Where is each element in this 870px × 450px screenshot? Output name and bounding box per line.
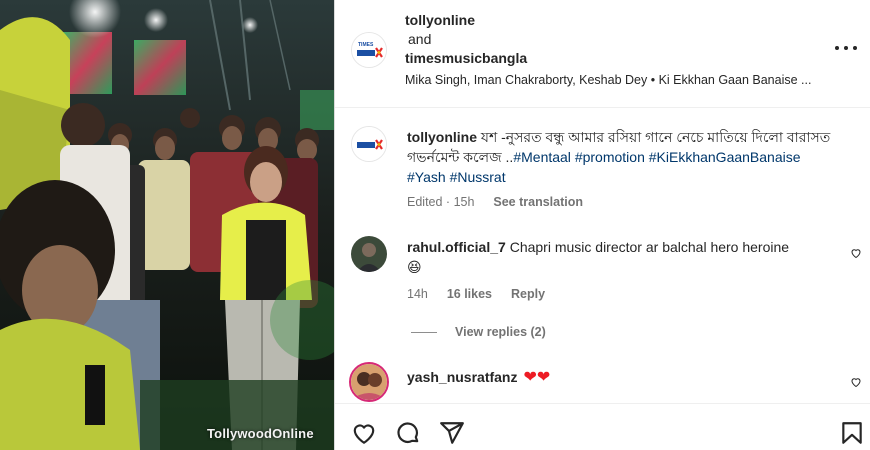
more-options-icon[interactable] <box>835 38 857 58</box>
comment-likes[interactable]: 16 likes <box>447 287 492 301</box>
comment-meta: 14h 16 likes Reply <box>407 287 545 301</box>
header-avatar[interactable]: TIMES <box>351 32 387 68</box>
post-caption: tollyonline যশ -নুসরত বন্ধু আমার রসিয়া … <box>407 127 837 187</box>
concert-photo <box>0 0 334 450</box>
comment-body: yash_nusratfanz ❤❤ <box>407 367 550 387</box>
reply-divider <box>411 331 437 333</box>
caption-meta: Edited · 15h See translation <box>407 195 584 209</box>
user-avatar-icon <box>351 364 387 400</box>
comment-avatar[interactable] <box>351 236 387 272</box>
hashtag[interactable]: #KiEkkhanGaanBanaise <box>649 149 801 165</box>
audio-attribution[interactable]: Mika Singh, Iman Chakraborty, Keshab Dey… <box>405 73 811 87</box>
see-translation-link[interactable]: See translation <box>493 195 583 209</box>
hashtag[interactable]: #promotion <box>575 149 645 165</box>
heart-emoji: ❤❤ <box>523 369 551 386</box>
caption-time[interactable]: 15h <box>454 195 475 209</box>
post-media[interactable]: TollywoodOnline <box>0 0 334 450</box>
comment-like-heart-icon[interactable] <box>850 376 862 388</box>
view-replies-button[interactable]: View replies (2) <box>411 325 546 339</box>
comment-icon[interactable] <box>395 420 421 446</box>
edited-label: Edited <box>407 195 443 209</box>
post-header: TIMES tollyonline and timesmusicbangla M… <box>335 0 870 108</box>
post-action-bar <box>335 403 870 450</box>
caption-avatar[interactable] <box>351 126 387 162</box>
header-username-1[interactable]: tollyonline <box>405 11 527 30</box>
comment-like-heart-icon[interactable] <box>850 247 862 259</box>
post-side-panel: TIMES tollyonline and timesmusicbangla M… <box>334 0 870 450</box>
comment-avatar-story-ring[interactable] <box>349 362 389 402</box>
bookmark-icon[interactable] <box>839 420 865 446</box>
svg-text:TIMES: TIMES <box>358 42 374 48</box>
share-icon[interactable] <box>439 420 465 446</box>
view-replies-label: View replies (2) <box>455 325 546 339</box>
comment-username[interactable]: yash_nusratfanz <box>407 369 517 385</box>
header-username-2[interactable]: timesmusicbangla <box>405 49 527 68</box>
hashtag[interactable]: #Nussrat <box>450 169 506 185</box>
hashtag[interactable]: #Yash <box>407 169 446 185</box>
comment-emoji: 😆 <box>407 259 422 275</box>
tollyonline-logo-icon <box>352 127 386 161</box>
hashtag[interactable]: #Mentaal <box>513 149 571 165</box>
comment-time[interactable]: 14h <box>407 287 428 301</box>
media-watermark: TollywoodOnline <box>207 426 314 441</box>
comment-text: Chapri music director ar balchal hero he… <box>509 239 790 255</box>
comment-username[interactable]: rahul.official_7 <box>407 239 506 255</box>
header-conjunction: and <box>408 31 432 47</box>
reply-button[interactable]: Reply <box>511 287 545 301</box>
comment-body: rahul.official_7 Chapri music director a… <box>407 237 827 277</box>
like-heart-icon[interactable] <box>351 420 377 446</box>
user-avatar-icon <box>351 236 387 272</box>
tollyonline-logo-icon: TIMES <box>352 33 386 67</box>
caption-username[interactable]: tollyonline <box>407 129 477 145</box>
